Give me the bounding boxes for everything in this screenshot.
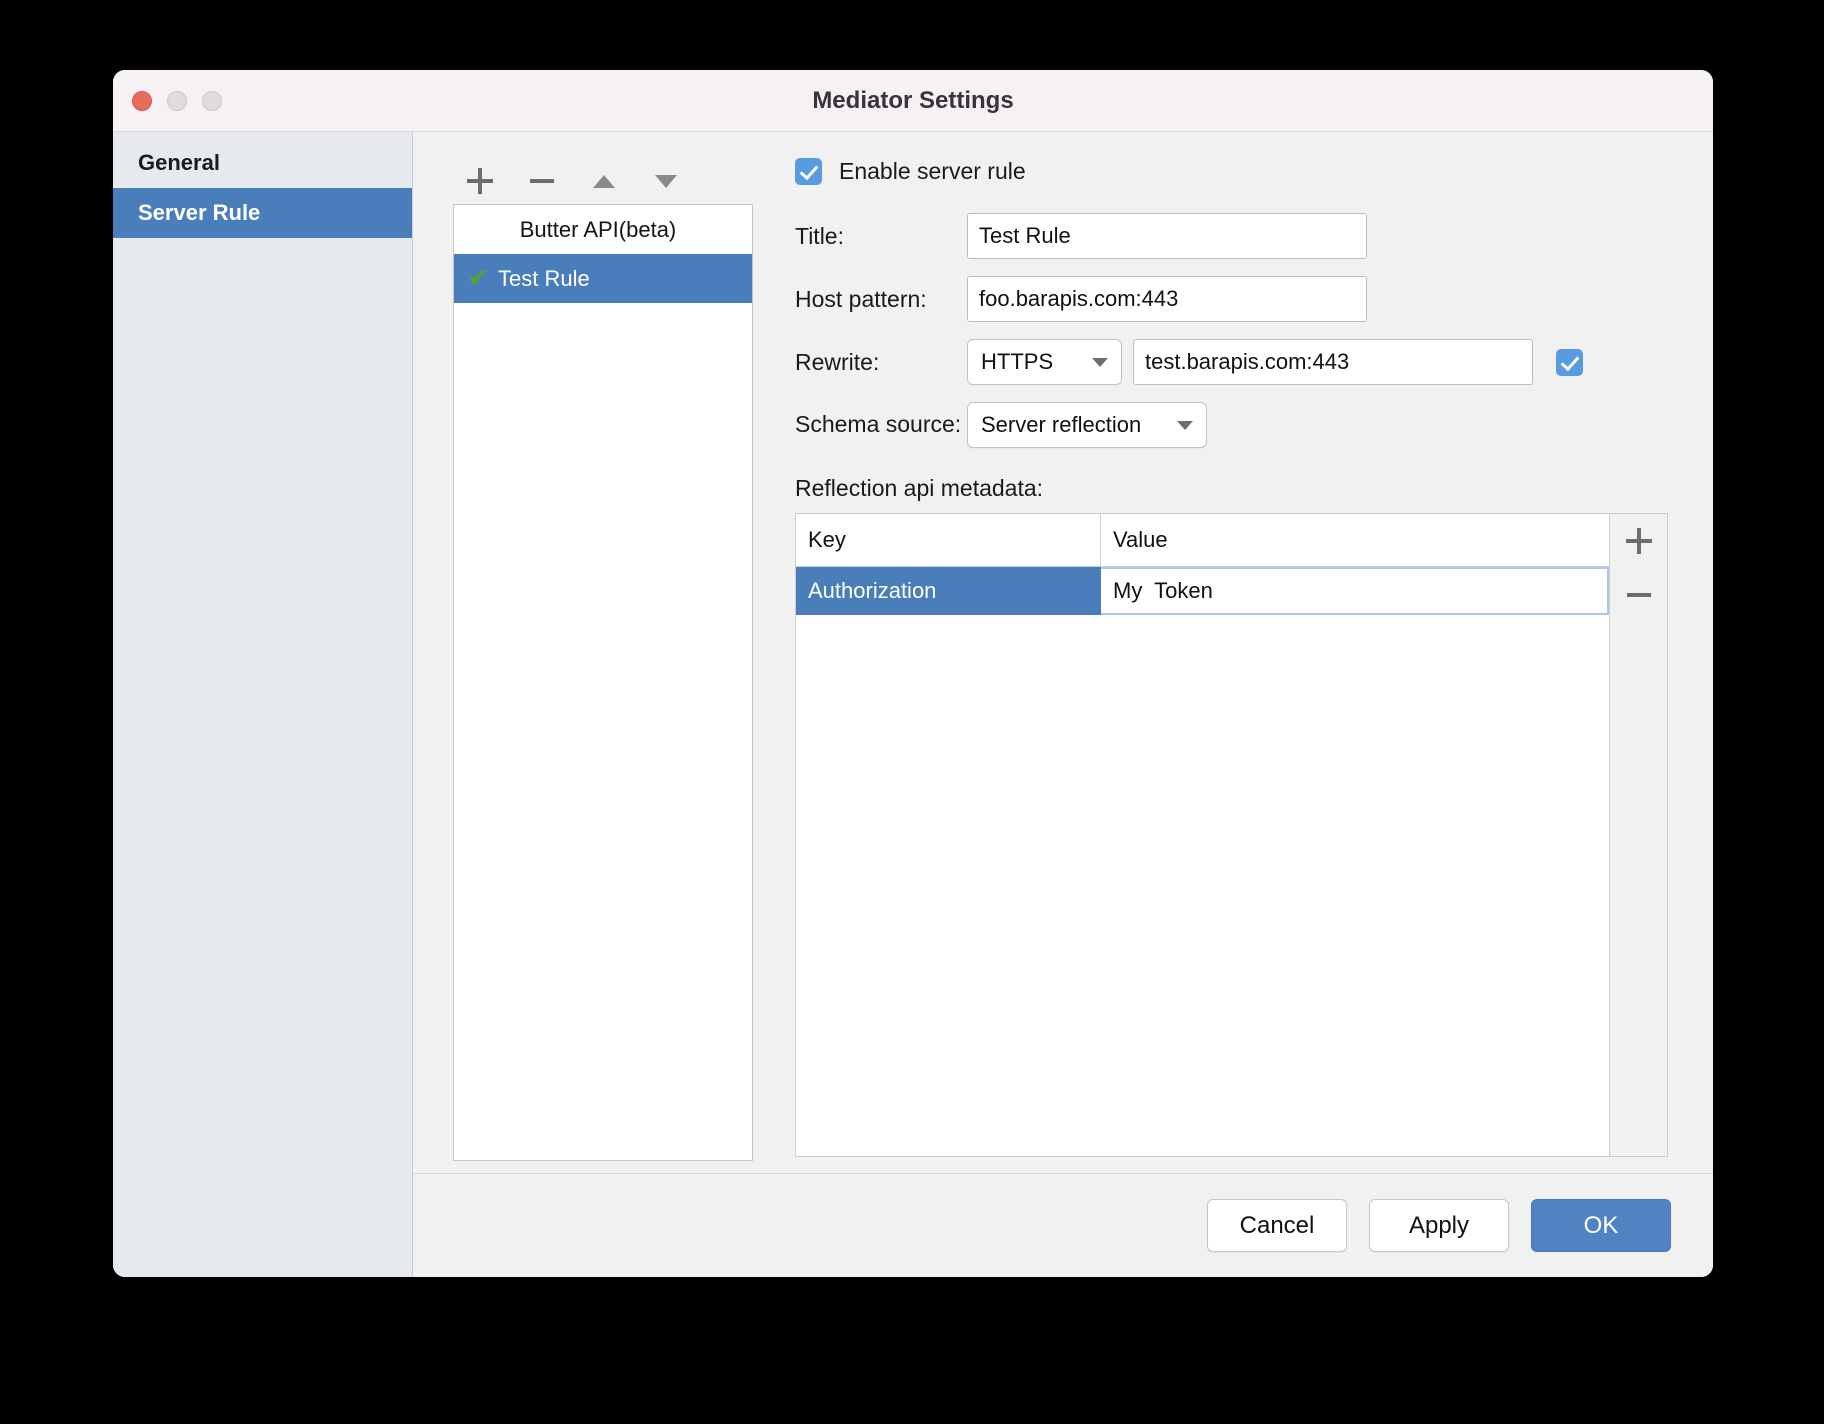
add-metadata-row-button[interactable]	[1625, 528, 1652, 554]
rewrite-enabled-checkbox[interactable]	[1556, 348, 1583, 376]
window-body: General Server Rule Butter API(beta) ✔ T…	[113, 132, 1713, 1277]
column-header-value[interactable]: Value	[1101, 514, 1609, 566]
host-pattern-row: Host pattern: foo.barapis.com:443	[795, 276, 1668, 322]
enable-server-rule-label: Enable server rule	[839, 158, 1026, 184]
rewrite-host-input[interactable]: test.barapis.com:443	[1133, 339, 1533, 385]
window-titlebar: Mediator Settings	[113, 70, 1713, 132]
table-header-row: Key Value	[796, 514, 1609, 567]
ok-button[interactable]: OK	[1531, 1199, 1671, 1252]
settings-content: Butter API(beta) ✔ Test Rule Enable serv…	[413, 132, 1713, 1277]
table-row[interactable]: Authorization My Token	[796, 567, 1609, 615]
rule-detail-form: Enable server rule Title: Test Rule Host…	[753, 158, 1668, 1161]
title-label: Title:	[795, 222, 844, 249]
remove-rule-button[interactable]	[529, 168, 555, 194]
rewrite-row: Rewrite: HTTPS test.barapis.com:443	[795, 339, 1668, 385]
add-rule-button[interactable]	[467, 168, 493, 194]
chevron-down-icon	[1092, 357, 1108, 367]
rule-label: Test Rule	[498, 265, 590, 291]
enable-server-rule-row: Enable server rule	[795, 158, 1668, 185]
remove-metadata-row-button[interactable]	[1626, 582, 1652, 608]
rewrite-protocol-value: HTTPS	[981, 349, 1054, 374]
title-input[interactable]: Test Rule	[967, 213, 1367, 259]
dialog-footer: Cancel Apply OK	[413, 1173, 1713, 1277]
settings-sidebar: General Server Rule	[113, 132, 413, 1277]
schema-source-value: Server reflection	[981, 412, 1142, 437]
rule-list-column: Butter API(beta) ✔ Test Rule	[453, 158, 753, 1161]
rewrite-label: Rewrite:	[795, 348, 880, 375]
mediator-settings-window: Mediator Settings General Server Rule Bu…	[113, 70, 1713, 1277]
window-title: Mediator Settings	[812, 87, 1014, 114]
metadata-table-area: Key Value Authorization My Token	[795, 513, 1668, 1157]
move-rule-up-button[interactable]	[591, 168, 617, 194]
list-item[interactable]: ✔ Test Rule	[454, 254, 752, 303]
move-rule-down-button[interactable]	[653, 168, 679, 194]
rule-list[interactable]: Butter API(beta) ✔ Test Rule	[453, 204, 753, 1161]
schema-source-label: Schema source:	[795, 411, 962, 437]
host-pattern-label: Host pattern:	[795, 285, 927, 312]
chevron-down-icon	[1177, 420, 1193, 430]
metadata-section-label: Reflection api metadata:	[795, 475, 1044, 501]
metadata-table-buttons	[1610, 513, 1668, 1157]
enable-server-rule-checkbox[interactable]	[795, 158, 822, 185]
rule-label: Butter API(beta)	[519, 216, 677, 242]
rule-list-toolbar	[453, 158, 753, 204]
rewrite-protocol-select[interactable]: HTTPS	[967, 339, 1122, 385]
column-header-key[interactable]: Key	[796, 514, 1101, 566]
cancel-button[interactable]: Cancel	[1207, 1199, 1347, 1252]
sidebar-item-server-rule[interactable]: Server Rule	[113, 188, 412, 238]
apply-button[interactable]: Apply	[1369, 1199, 1509, 1252]
schema-source-row: Schema source: Server reflection	[795, 402, 1668, 448]
cell-value[interactable]: My Token	[1101, 567, 1609, 615]
host-pattern-input[interactable]: foo.barapis.com:443	[967, 276, 1367, 322]
list-item[interactable]: Butter API(beta)	[454, 205, 752, 254]
check-icon: ✔	[468, 264, 489, 292]
server-rule-pane: Butter API(beta) ✔ Test Rule Enable serv…	[413, 132, 1713, 1173]
metadata-table[interactable]: Key Value Authorization My Token	[795, 513, 1610, 1157]
schema-source-select[interactable]: Server reflection	[967, 402, 1207, 448]
title-row: Title: Test Rule	[795, 213, 1668, 259]
table-empty-area	[796, 615, 1609, 1156]
sidebar-item-general[interactable]: General	[113, 138, 412, 188]
cell-key[interactable]: Authorization	[796, 567, 1101, 615]
